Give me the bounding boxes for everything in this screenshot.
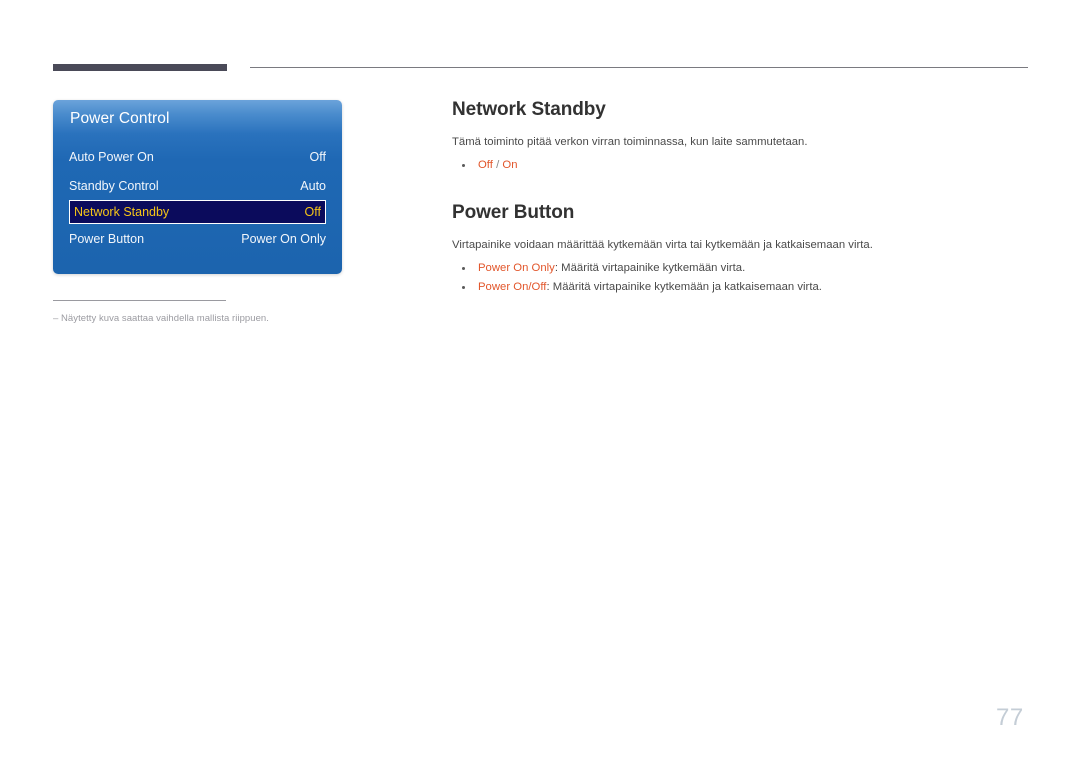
section-network-standby: Network Standby Tämä toiminto pitää verk…: [452, 98, 1032, 175]
footnote-divider: [53, 300, 226, 301]
page-number: 77: [996, 704, 1024, 731]
osd-menu-item-network-standby[interactable]: Network Standby Off: [69, 200, 326, 224]
page-title: Network Standby: [452, 99, 606, 120]
list-item: Power On/Off: Määritä virtapainike kytke…: [452, 278, 1032, 297]
osd-menu-item-label: Standby Control: [69, 178, 159, 193]
header-rule-thick: [53, 64, 227, 71]
osd-menu-item-value: Off: [309, 149, 326, 164]
footnote: ‒ Näytetty kuva saattaa vaihdella mallis…: [53, 300, 453, 324]
section-title: Power Button: [452, 202, 575, 223]
section-power-button: Power Button Virtapainike voidaan määrit…: [452, 201, 1032, 297]
osd-menu-item-auto-power-on[interactable]: Auto Power On Off: [69, 142, 326, 171]
footnote-text: ‒ Näytetty kuva saattaa vaihdella mallis…: [53, 313, 269, 324]
osd-menu-item-standby-control[interactable]: Standby Control Auto: [69, 171, 326, 200]
osd-menu-item-power-button[interactable]: Power Button Power On Only: [69, 224, 326, 253]
option-term: Off: [478, 159, 493, 171]
osd-menu-item-label: Network Standby: [74, 205, 170, 219]
osd-menu-item-value: Power On Only: [241, 231, 326, 246]
section-body-text: Tämä toiminto pitää verkon virran toimin…: [452, 136, 808, 148]
osd-menu-item-value: Auto: [300, 178, 326, 193]
content-column: Network Standby Tämä toiminto pitää verk…: [452, 98, 1032, 297]
option-description: : Määritä virtapainike kytkemään virta.: [554, 262, 746, 274]
page-header-rules: [0, 64, 1080, 76]
osd-menu-item-value: Off: [304, 205, 321, 219]
osd-power-control-panel: Power Control Auto Power On Off Standby …: [53, 100, 342, 274]
option-term: On: [502, 159, 518, 171]
option-description: : Määritä virtapainike kytkemään ja katk…: [546, 281, 822, 293]
option-list: Off / On: [452, 156, 1032, 175]
header-rule-thin: [250, 67, 1028, 68]
option-separator: /: [492, 159, 503, 171]
list-item: Power On Only: Määritä virtapainike kytk…: [452, 259, 1032, 278]
option-list: Power On Only: Määritä virtapainike kytk…: [452, 259, 1032, 297]
osd-menu-list: Auto Power On Off Standby Control Auto N…: [53, 142, 342, 253]
osd-menu-item-label: Power Button: [69, 231, 145, 246]
list-item: Off / On: [452, 156, 1032, 175]
section-body-text: Virtapainike voidaan määrittää kytkemään…: [452, 239, 873, 251]
osd-panel-title: Power Control: [70, 110, 170, 127]
osd-menu-item-label: Auto Power On: [69, 149, 154, 164]
option-term: Power On/Off: [478, 281, 547, 293]
option-term: Power On Only: [478, 262, 555, 274]
